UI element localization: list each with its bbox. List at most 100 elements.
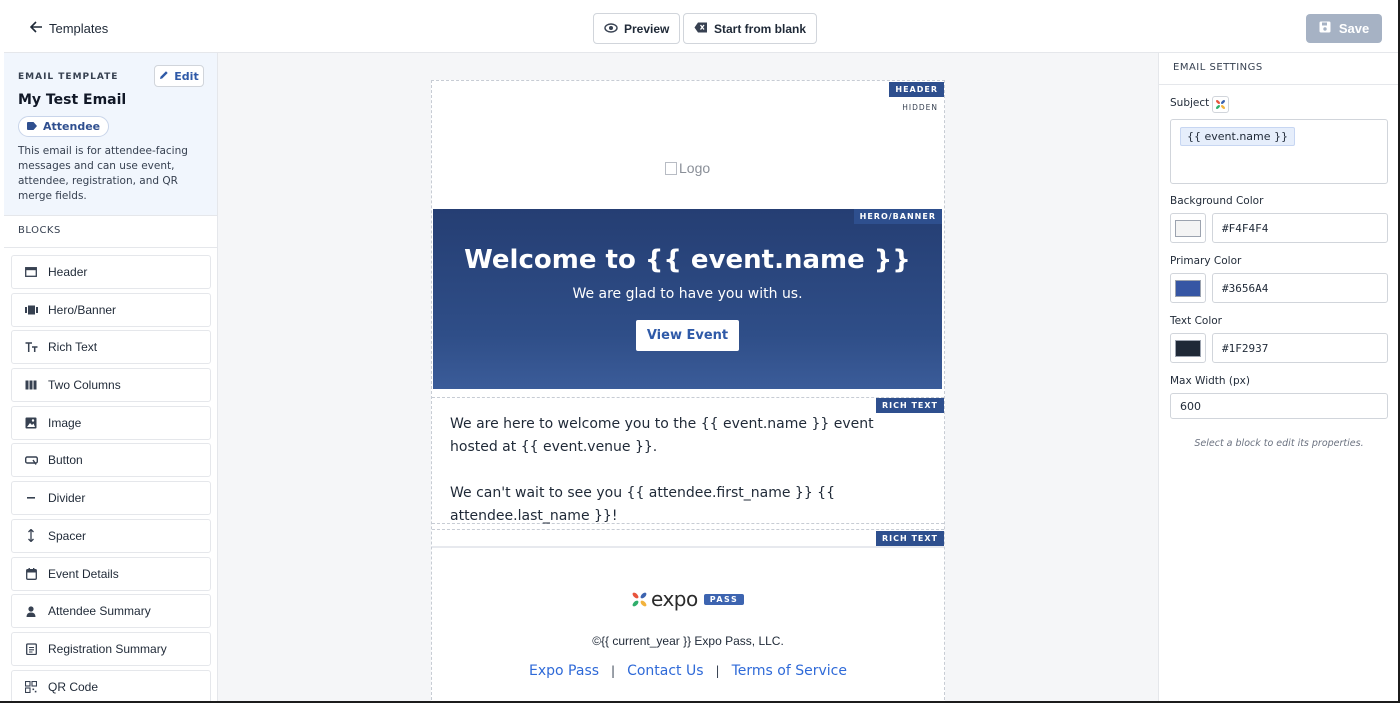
background-color-input[interactable]: #F4F4F4 xyxy=(1212,213,1388,243)
block-image[interactable]: Image xyxy=(11,405,211,440)
link-expo-pass[interactable]: Expo Pass xyxy=(529,663,599,679)
text-color-label: Text Color xyxy=(1170,315,1222,327)
text-color-swatch[interactable] xyxy=(1170,333,1206,363)
preview-label: Preview xyxy=(624,21,670,36)
logo-badge: PASS xyxy=(703,593,745,605)
eye-icon xyxy=(604,22,618,36)
block-label: Two Columns xyxy=(48,378,121,393)
block-divider[interactable]: Divider xyxy=(11,481,211,516)
columns-icon xyxy=(24,378,38,392)
block-label: Spacer xyxy=(48,528,87,543)
hero-block-icon xyxy=(24,303,38,317)
max-width-input[interactable]: 600 xyxy=(1170,393,1388,419)
edit-template-button[interactable]: Edit xyxy=(154,65,204,87)
broken-image-icon xyxy=(665,161,677,175)
background-color-label: Background Color xyxy=(1170,195,1264,207)
block-label: Image xyxy=(48,415,82,430)
header-block-icon xyxy=(24,265,38,279)
footer-section[interactable]: RICH TEXT expo PASS ©{{ current_year }} … xyxy=(432,529,944,701)
background-color-swatch[interactable] xyxy=(1170,213,1206,243)
rich-text-tag: RICH TEXT xyxy=(875,398,944,413)
email-preview: HEADER HIDDEN Logo HERO/BANNER Welcome t… xyxy=(431,80,945,701)
floppy-disk-icon xyxy=(1319,21,1331,36)
block-label: Registration Summary xyxy=(48,641,167,656)
back-label: Templates xyxy=(49,21,109,36)
block-button[interactable]: Button xyxy=(11,443,211,478)
text-color-input[interactable]: #1F2937 xyxy=(1212,333,1388,363)
button-icon xyxy=(24,453,38,467)
pencil-icon xyxy=(159,70,169,83)
block-rich-text[interactable]: Rich Text xyxy=(11,330,211,365)
block-attendee-summary[interactable]: Attendee Summary xyxy=(11,594,211,629)
template-name: My Test Email xyxy=(18,92,127,108)
audience-label: Attendee xyxy=(43,120,101,133)
block-label: Event Details xyxy=(48,566,119,581)
link-contact-us[interactable]: Contact Us xyxy=(627,663,703,679)
template-info-panel: EMAIL TEMPLATE Edit My Test Email Attend… xyxy=(4,53,217,216)
block-qr-code[interactable]: QR Code xyxy=(11,669,211,701)
rich-text-tag: RICH TEXT xyxy=(875,531,944,546)
block-registration-summary[interactable]: Registration Summary xyxy=(11,631,211,666)
image-icon xyxy=(24,416,38,430)
select-block-hint: Select a block to edit its properties. xyxy=(1194,438,1364,449)
block-hero-banner[interactable]: Hero/Banner xyxy=(11,292,211,327)
merge-fields-icon xyxy=(1216,100,1225,109)
merge-field-chip[interactable]: {{ event.name }} xyxy=(1180,127,1296,146)
block-label: Divider xyxy=(48,491,86,506)
hidden-tag: HIDDEN xyxy=(896,101,944,114)
block-two-columns[interactable]: Two Columns xyxy=(11,368,211,403)
divider xyxy=(1159,84,1398,85)
primary-color-input[interactable]: #3656A4 xyxy=(1212,273,1388,303)
block-spacer[interactable]: Spacer xyxy=(11,518,211,553)
link-terms-of-service[interactable]: Terms of Service xyxy=(732,663,847,679)
header-section[interactable]: HEADER HIDDEN Logo xyxy=(432,81,944,203)
view-event-button[interactable]: View Event xyxy=(636,320,739,351)
start-blank-label: Start from blank xyxy=(714,21,807,36)
block-event-details[interactable]: Event Details xyxy=(11,556,211,591)
link-separator: | xyxy=(715,664,720,678)
logo-word: expo xyxy=(651,587,698,611)
subject-input[interactable]: {{ event.name }} xyxy=(1170,119,1388,184)
edit-label: Edit xyxy=(174,69,199,83)
save-button[interactable]: Save xyxy=(1306,14,1382,43)
eraser-icon xyxy=(694,22,708,36)
tag-icon xyxy=(27,120,37,133)
primary-color-swatch[interactable] xyxy=(1170,273,1206,303)
back-to-templates-button[interactable]: Templates xyxy=(29,21,109,36)
expo-x-mark-icon xyxy=(632,592,647,606)
hero-tag: HERO/BANNER xyxy=(853,209,942,224)
template-caption: EMAIL TEMPLATE xyxy=(18,72,119,82)
divider-icon xyxy=(24,491,38,505)
block-label: Header xyxy=(48,265,88,279)
template-description: This email is for attendee-facing messag… xyxy=(18,145,188,202)
calendar-icon xyxy=(24,567,38,581)
start-from-blank-button[interactable]: Start from blank xyxy=(683,13,818,44)
block-list: Header Hero/Banner Rich Text Two Columns… xyxy=(11,255,211,701)
block-label: QR Code xyxy=(48,679,99,694)
link-separator: | xyxy=(611,664,616,678)
email-settings-panel: EMAIL SETTINGS Subject {{ event.name }} … xyxy=(1158,53,1398,701)
settings-caption: EMAIL SETTINGS xyxy=(1173,62,1263,73)
footer-links: Expo Pass | Contact Us | Terms of Servic… xyxy=(432,663,944,679)
block-header[interactable]: Header xyxy=(11,255,211,289)
primary-color-label: Primary Color xyxy=(1170,255,1242,267)
subject-label: Subject xyxy=(1170,97,1210,109)
max-width-label: Max Width (px) xyxy=(1170,375,1250,387)
hero-subtitle: We are glad to have you with us. xyxy=(572,286,803,302)
merge-fields-button[interactable] xyxy=(1212,96,1229,113)
rich-text-paragraph: We can't wait to see you {{ attendee.fir… xyxy=(450,485,835,524)
email-builder-app: Templates Preview Start from blank Save … xyxy=(0,0,1398,701)
block-label: Button xyxy=(48,453,83,468)
header-tag: HEADER xyxy=(889,82,944,97)
rich-text-section[interactable]: RICH TEXT We are here to welcome you to … xyxy=(432,397,944,524)
rich-text-content: We are here to welcome you to the {{ eve… xyxy=(450,413,920,528)
expo-pass-logo: expo PASS xyxy=(631,587,745,611)
audience-badge: Attendee xyxy=(18,116,110,137)
preview-button[interactable]: Preview xyxy=(593,13,681,44)
logo-placeholder: Logo xyxy=(665,160,710,176)
save-label: Save xyxy=(1338,21,1370,36)
person-icon xyxy=(24,604,38,618)
hero-banner-section[interactable]: HERO/BANNER Welcome to {{ event.name }} … xyxy=(433,209,942,389)
qr-code-icon xyxy=(24,680,38,694)
top-bar: Templates Preview Start from blank Save xyxy=(4,4,1398,53)
